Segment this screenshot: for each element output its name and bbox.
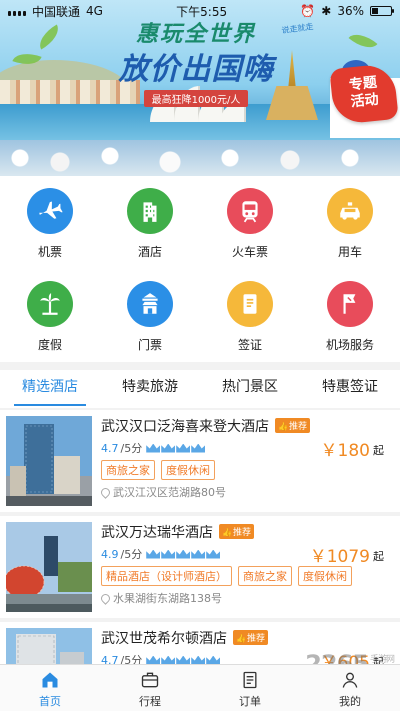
carrier-label: 中国联通 [32,4,81,19]
network-label: 4G [86,4,103,18]
hotel-tags: 商旅之家 度假休闲 [101,460,215,480]
service-grid: 机票 酒店 火车票 用车 度假 门票 签证 机场服务 [0,176,400,362]
location-pin-icon [99,485,112,499]
hotel-name: 武汉世茂希尔顿酒店推荐 [101,628,268,648]
crown-icon [206,549,221,559]
hotel-score: 4.9/5分 [101,546,221,562]
crown-icon [146,549,161,559]
battery-icon [370,6,394,16]
banner-subline: 最高狂降1000元/人 [143,90,249,107]
location-pin-icon [99,591,112,605]
crown-icon [146,443,161,453]
list-item[interactable]: 武汉万达瑞华酒店推荐 4.9/5分 ￥1079 起 精品酒店（设计师酒店） 商旅… [0,516,400,618]
service-hotel[interactable]: 酒店 [100,176,200,269]
banner-stamp: 说走就走 [281,21,315,36]
crown-icon [206,655,221,664]
hotel-photo [6,628,92,664]
hotel-price: ￥180 [320,441,370,461]
temple-icon [127,281,173,327]
banner-title-2: 放价出国嗨 [118,52,274,87]
service-flight[interactable]: 机票 [0,176,100,269]
hotel-score: 4.7/5分 [101,652,221,664]
service-car[interactable]: 用车 [300,176,400,269]
hotel-tag: 商旅之家 [238,566,292,586]
user-icon [342,672,358,688]
airplane-icon [27,188,73,234]
battery-percent: 36% [337,4,364,18]
banner-headline: 惠玩全世界 放价出国嗨 最高狂降1000元/人 [96,16,296,107]
service-vacation[interactable]: 度假 [0,269,100,362]
crown-icon [191,655,206,664]
crown-rating [146,655,221,664]
suitcase-icon [141,672,159,688]
nav-home[interactable]: 首页 [0,665,100,711]
hotel-list: 武汉汉口泛海喜来登大酒店推荐 4.7/5分 ￥180 起 商旅之家 度假休闲 武… [0,408,400,664]
crown-icon [161,443,176,453]
bluetooth-icon: ✱ [321,4,332,18]
hotel-photo [6,416,92,506]
hotel-name: 武汉汉口泛海喜来登大酒店推荐 [101,416,310,436]
tab-visa-deals[interactable]: 特惠签证 [300,370,400,408]
price-suffix: 起 [373,550,384,563]
service-tickets[interactable]: 门票 [100,269,200,362]
recommend-badge: 推荐 [219,524,254,539]
crown-rating [146,443,206,453]
hotel-tags: 精品酒店（设计师酒店） 商旅之家 度假休闲 [101,566,352,586]
crown-icon [146,655,161,664]
recommend-badge: 推荐 [233,630,268,645]
nav-profile[interactable]: 我的 [300,665,400,711]
status-bar: 中国联通 4G 下午5:55 ⏰ ✱ 36% [0,0,400,22]
hotel-tag: 精品酒店（设计师酒店） [101,566,232,586]
list-item[interactable]: 武汉汉口泛海喜来登大酒店推荐 4.7/5分 ￥180 起 商旅之家 度假休闲 武… [0,410,400,512]
car-icon [327,188,373,234]
hotel-building-icon [127,188,173,234]
hotel-tag: 度假休闲 [161,460,215,480]
hotel-address: 水果湖街东湖路138号 [99,590,222,606]
crown-rating [146,549,221,559]
crown-icon [191,443,206,453]
service-visa[interactable]: 签证 [200,269,300,362]
crown-icon [176,655,191,664]
crown-icon [161,655,176,664]
tab-travel-deals[interactable]: 特卖旅游 [100,370,200,408]
order-list-icon [243,671,257,689]
hotel-price: ￥1079 [309,547,370,567]
crown-icon [176,443,191,453]
hotel-tag: 商旅之家 [101,460,155,480]
clock: 下午5:55 [176,4,228,19]
train-icon [227,188,273,234]
hotel-photo [6,522,92,612]
palm-tree-icon [27,281,73,327]
tab-hot-attractions[interactable]: 热门景区 [200,370,300,408]
crown-icon [191,549,206,559]
home-icon [42,672,58,688]
hotel-score: 4.7/5分 [101,440,206,456]
tab-featured-hotels[interactable]: 精选酒店 [0,370,100,408]
airport-flag-icon [327,281,373,327]
passport-icon [227,281,273,327]
hotel-tag: 度假休闲 [298,566,352,586]
service-airport[interactable]: 机场服务 [300,269,400,362]
alarm-icon: ⏰ [300,4,316,18]
crown-icon [176,549,191,559]
promo-banner[interactable]: 惠玩全世界 放价出国嗨 最高狂降1000元/人 说走就走 专题 活动 [0,0,400,176]
service-train[interactable]: 火车票 [200,176,300,269]
hotel-address: 武汉江汉区范湖路80号 [99,484,226,500]
nav-orders[interactable]: 订单 [200,665,300,711]
category-tabs: 精选酒店 特卖旅游 热门景区 特惠签证 [0,370,400,408]
crown-icon [161,549,176,559]
signal-icon [8,7,26,16]
price-suffix: 起 [373,444,384,457]
recommend-badge: 推荐 [275,418,310,433]
bottom-navigation: 首页 行程 订单 我的 [0,664,400,711]
nav-itinerary[interactable]: 行程 [100,665,200,711]
hotel-name: 武汉万达瑞华酒店推荐 [101,522,254,542]
